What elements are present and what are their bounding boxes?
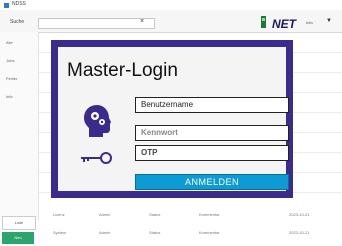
row-cell: 2023-10-21 [289,212,310,217]
dropdown-icon[interactable]: ▼ [326,18,332,24]
tab-new[interactable]: Neu [2,232,34,244]
row-cell: System [53,230,67,235]
list-item[interactable]: Lizenz Admin Status Kommentar 2023-10-21 [39,210,342,220]
title-bar: NDSS [0,0,342,10]
left-pane-item[interactable]: Alle [6,40,13,45]
bottom-tabs: Liste Neu [0,212,38,246]
window-title: NDSS [12,1,26,7]
row-cell: Kommentar [199,212,220,217]
brand-logo-text: NET [272,17,296,31]
dialog-title: Master-Login [67,60,178,81]
toolbar: Suche × NET Info ▼ [0,10,342,33]
left-pane-item[interactable]: Jobs [6,58,14,63]
search-input[interactable] [38,18,155,29]
user-gears-icon [84,105,111,137]
left-pane-item[interactable]: Fehler [6,76,17,81]
row-cell: Lizenz [53,212,65,217]
search-label: Suche [10,19,25,25]
about-link[interactable]: Info [306,20,313,25]
otp-field[interactable]: OTP [135,145,289,161]
row-cell: Admin [99,212,111,217]
row-cell: Status [149,230,161,235]
brand-logo-icon [261,16,266,28]
password-field[interactable]: Kennwort [135,125,289,141]
master-login-dialog: Master-Login Benutzername Kennwort OTP A… [51,40,293,198]
list-item[interactable]: System Admin Status Kommentar 2023-10-21 [39,228,342,238]
left-pane: Alle Jobs Fehler Info [0,32,39,220]
login-button[interactable]: ANMELDEN [135,174,289,190]
tab-list[interactable]: Liste [2,216,36,230]
left-pane-item[interactable]: Info [6,94,13,99]
app-window: NDSS Suche × NET Info ▼ Alle Jobs Fehler… [0,0,342,246]
row-cell: Status [149,212,161,217]
clear-search-icon[interactable]: × [140,18,144,25]
row-cell: Admin [99,230,111,235]
username-field[interactable]: Benutzername [135,97,289,113]
row-cell: 2023-10-21 [289,230,310,235]
row-cell: Kommentar [199,230,220,235]
app-icon [4,3,9,8]
key-icon [81,152,112,164]
